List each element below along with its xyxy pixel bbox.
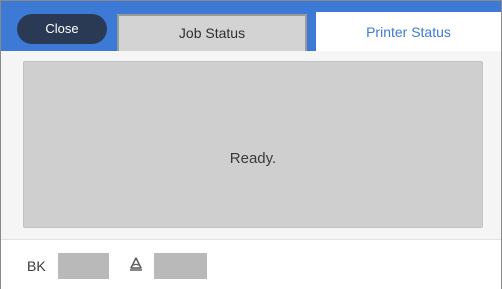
ink-level-bk (58, 253, 109, 279)
tab-job-status[interactable]: Job Status (117, 14, 307, 51)
top-bar: Close Job Status Printer Status (1, 1, 501, 51)
ink-label-bk: BK (27, 258, 46, 274)
status-panel: Ready. (23, 61, 483, 228)
maintenance-box-level (154, 253, 207, 279)
tab-printer-status[interactable]: Printer Status (316, 12, 501, 51)
ink-status-bar: BK (1, 239, 501, 289)
close-button[interactable]: Close (17, 14, 107, 44)
status-message: Ready. (229, 150, 277, 167)
maintenance-box-icon (128, 256, 144, 272)
printer-status-screen: Close Job Status Printer Status Ready. B… (0, 0, 502, 289)
content-area: Ready. (1, 51, 501, 239)
